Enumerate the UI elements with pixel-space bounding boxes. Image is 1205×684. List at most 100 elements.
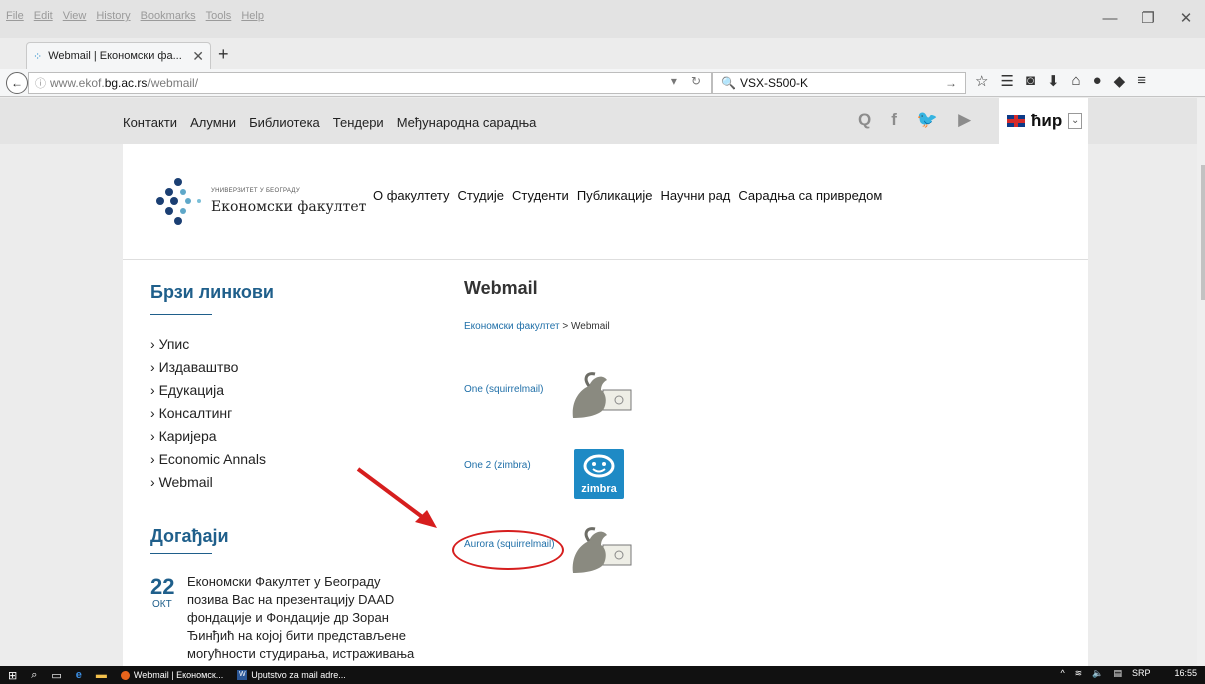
site-top-bar: Контакти Алумни Библиотека Тендери Међун… bbox=[0, 98, 1205, 144]
facebook-icon[interactable]: f bbox=[891, 110, 897, 130]
url-bar[interactable]: ⓘ www.ekof. bg.ac.rs /webmail/ ▾ ↻ bbox=[28, 72, 712, 94]
bookmark-star-icon[interactable]: ☆ bbox=[975, 72, 988, 90]
main-navigation: О факултету Студије Студенти Публикације… bbox=[373, 188, 882, 203]
taskbar-app-firefox-label: Webmail | Економск... bbox=[133, 670, 224, 680]
squirrelmail-logo-icon[interactable] bbox=[567, 372, 635, 420]
quick-links-title: Брзи линкови bbox=[150, 282, 274, 302]
page-title: Webmail bbox=[464, 278, 538, 298]
menu-edit[interactable]: Edit bbox=[34, 10, 53, 22]
chat-icon[interactable]: ● bbox=[1093, 72, 1102, 90]
pocket-icon[interactable]: ◙ bbox=[1026, 72, 1035, 90]
minimize-button[interactable]: — bbox=[1091, 10, 1129, 28]
new-tab-button[interactable]: + bbox=[218, 44, 229, 65]
url-domain: bg.ac.rs bbox=[104, 76, 148, 90]
tab-close-icon[interactable]: ✕ bbox=[192, 48, 204, 65]
faculty-logo-icon[interactable] bbox=[150, 174, 210, 234]
menu-help[interactable]: Help bbox=[241, 10, 264, 22]
language-label[interactable]: ћир bbox=[1031, 111, 1062, 131]
reading-list-icon[interactable]: ☰ bbox=[1000, 72, 1013, 90]
close-window-button[interactable]: ✕ bbox=[1167, 10, 1205, 28]
toplink-contacts[interactable]: Контакти bbox=[123, 115, 177, 130]
events-divider bbox=[150, 553, 212, 554]
taskbar-left: ⊞ ⌕ ▭ e ▬ Webmail | Економск... W Uputst… bbox=[0, 669, 346, 682]
windows-start-icon[interactable]: ⊞ bbox=[8, 669, 17, 682]
tray-notifications-icon[interactable]: ▤ bbox=[1113, 668, 1122, 679]
annotation-arrow-icon bbox=[356, 467, 437, 528]
social-icons: Q f 🐦 ▶ bbox=[858, 110, 971, 130]
menu-view[interactable]: View bbox=[63, 10, 87, 22]
top-links: Контакти Алумни Библиотека Тендери Међун… bbox=[123, 115, 536, 130]
webmail-link-one-2[interactable]: One 2 (zimbra) bbox=[464, 460, 531, 471]
quicklink-education[interactable]: Едукација bbox=[150, 379, 450, 402]
taskbar-search-icon[interactable]: ⌕ bbox=[31, 669, 37, 682]
page-scroll-thumb[interactable] bbox=[1201, 165, 1205, 300]
quicklink-publishing[interactable]: Издаваштво bbox=[150, 356, 450, 379]
search-go-icon[interactable]: → bbox=[945, 76, 957, 90]
tray-volume-icon[interactable]: 🔈 bbox=[1092, 668, 1103, 679]
url-path: /webmail/ bbox=[147, 76, 199, 90]
tray-chevron-icon[interactable]: ^ bbox=[1060, 668, 1064, 679]
browser-tab[interactable]: ⁘ Webmail | Економски фа... ✕ bbox=[26, 42, 211, 69]
menu-bar: File Edit View History Bookmarks Tools H… bbox=[0, 0, 1205, 38]
taskbar-app-word-label: Uputstvo za mail adre... bbox=[251, 670, 346, 680]
toplink-alumni[interactable]: Алумни bbox=[190, 115, 236, 130]
search-bar[interactable]: 🔍 VSX-S500-K → bbox=[712, 72, 966, 94]
tray-network-icon[interactable]: ≋ bbox=[1075, 668, 1083, 679]
toplink-international[interactable]: Међународна сарадња bbox=[397, 115, 537, 130]
dropdown-icon[interactable]: ▾ bbox=[671, 74, 677, 88]
system-tray: ^ ≋ 🔈 ▤ SRP 16:55 bbox=[1060, 668, 1197, 679]
sync-icon[interactable]: ◆ bbox=[1114, 72, 1126, 90]
nav-publications[interactable]: Публикације bbox=[577, 188, 653, 203]
taskbar-app-word[interactable]: W Uputstvo za mail adre... bbox=[237, 670, 346, 680]
home-icon[interactable]: ⌂ bbox=[1072, 72, 1081, 90]
site-search-icon[interactable]: Q bbox=[858, 110, 871, 130]
navigation-bar: ← ⓘ www.ekof. bg.ac.rs /webmail/ ▾ ↻ 🔍 V… bbox=[0, 69, 1205, 97]
menu-file[interactable]: File bbox=[6, 10, 24, 22]
file-explorer-icon[interactable]: ▬ bbox=[96, 669, 107, 681]
toolbar-icons: ☆ ☰ ◙ ⬇ ⌂ ● ◆ ≡ bbox=[975, 72, 1146, 90]
windows-taskbar: ⊞ ⌕ ▭ e ▬ Webmail | Економск... W Uputst… bbox=[0, 666, 1205, 684]
faculty-name[interactable]: Економски факултет bbox=[211, 199, 366, 215]
edge-browser-icon[interactable]: e bbox=[76, 669, 82, 681]
event-text[interactable]: Економски Факултет у Београду позива Вас… bbox=[187, 573, 417, 663]
menu-tools[interactable]: Tools bbox=[206, 10, 232, 22]
taskbar-app-firefox[interactable]: Webmail | Економск... bbox=[120, 670, 224, 680]
url-tools: ▾ ↻ bbox=[671, 74, 701, 88]
download-icon[interactable]: ⬇ bbox=[1047, 72, 1060, 90]
restore-button[interactable]: ❐ bbox=[1129, 10, 1167, 28]
page-content: УНИВЕРЗИТЕТ У БЕОГРАДУ Економски факулте… bbox=[123, 144, 1088, 666]
zimbra-logo-icon[interactable]: zimbra bbox=[574, 449, 624, 499]
quicklink-enrollment[interactable]: Упис bbox=[150, 333, 450, 356]
word-icon: W bbox=[237, 670, 248, 680]
nav-research[interactable]: Научни рад bbox=[661, 188, 731, 203]
breadcrumb-home[interactable]: Економски факултет bbox=[464, 321, 560, 332]
menu-hamburger-icon[interactable]: ≡ bbox=[1137, 72, 1146, 90]
toplink-library[interactable]: Библиотека bbox=[249, 115, 320, 130]
quick-links-divider bbox=[150, 314, 212, 315]
breadcrumb: Економски факултет > Webmail bbox=[464, 321, 610, 332]
menu-history[interactable]: History bbox=[96, 10, 130, 22]
quicklink-consulting[interactable]: Консалтинг bbox=[150, 402, 450, 425]
menu-bookmarks[interactable]: Bookmarks bbox=[141, 10, 196, 22]
breadcrumb-separator: > bbox=[559, 321, 571, 332]
language-dropdown[interactable]: ⌄ bbox=[1068, 113, 1083, 129]
back-button[interactable]: ← bbox=[6, 72, 28, 94]
tray-clock[interactable]: 16:55 bbox=[1174, 668, 1197, 679]
university-label: УНИВЕРЗИТЕТ У БЕОГРАДУ bbox=[211, 188, 300, 194]
toplink-tenders[interactable]: Тендери bbox=[333, 115, 384, 130]
nav-industry[interactable]: Сарадња са привредом bbox=[738, 188, 882, 203]
nav-studies[interactable]: Студије bbox=[458, 188, 505, 203]
reload-icon[interactable]: ↻ bbox=[691, 74, 701, 88]
quicklink-career[interactable]: Каријера bbox=[150, 425, 450, 448]
youtube-icon[interactable]: ▶ bbox=[958, 110, 971, 130]
squirrelmail-logo-icon[interactable] bbox=[567, 527, 635, 575]
tray-language[interactable]: SRP bbox=[1132, 668, 1151, 679]
webmail-link-one[interactable]: One (squirrelmail) bbox=[464, 384, 543, 395]
nav-about[interactable]: О факултету bbox=[373, 188, 450, 203]
task-view-icon[interactable]: ▭ bbox=[51, 669, 61, 682]
site-info-icon[interactable]: ⓘ bbox=[35, 75, 46, 91]
nav-students[interactable]: Студенти bbox=[512, 188, 569, 203]
uk-flag-icon[interactable] bbox=[1007, 115, 1025, 127]
twitter-icon[interactable]: 🐦 bbox=[917, 110, 938, 130]
breadcrumb-current: Webmail bbox=[571, 321, 610, 332]
